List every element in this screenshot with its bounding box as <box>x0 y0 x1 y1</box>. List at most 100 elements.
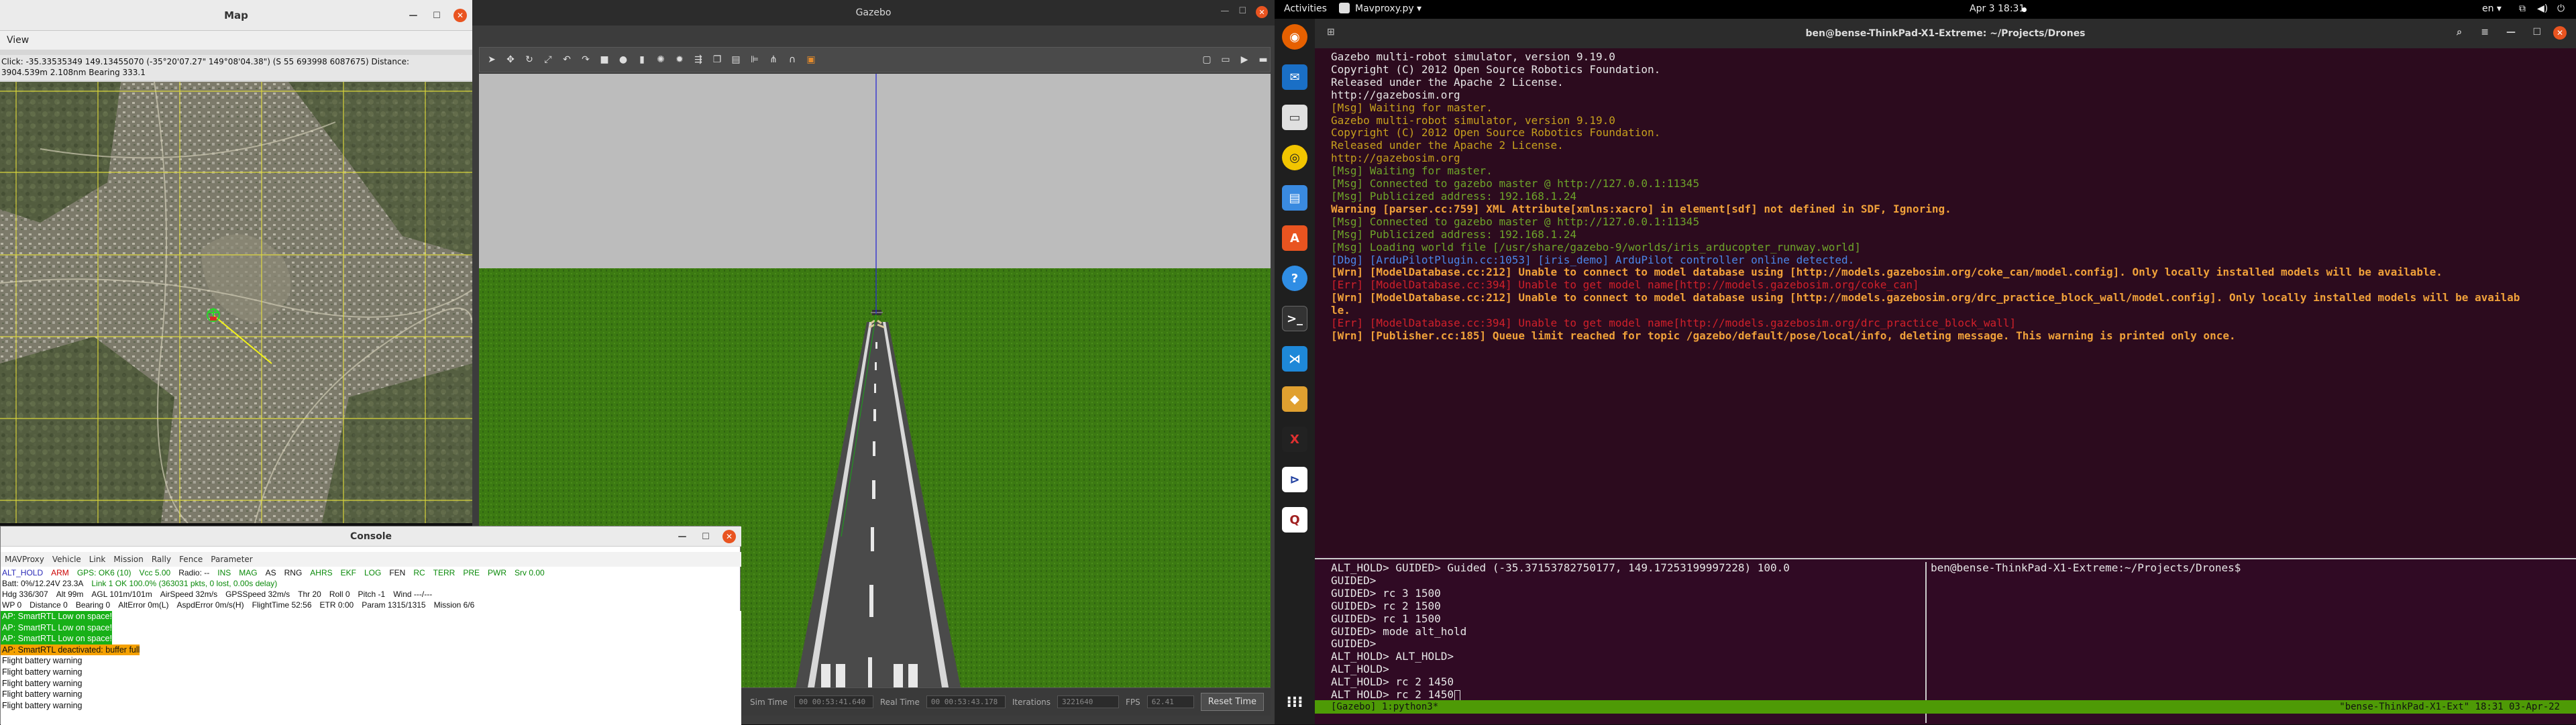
status-flag: PWR <box>488 568 507 577</box>
terminal-titlebar[interactable]: ⊞ ben@bense-ThinkPad-X1-Extreme: ~/Proje… <box>1315 19 2576 48</box>
terminal-line: GUIDED> <box>1331 637 1377 651</box>
minimize-icon[interactable]: — <box>2506 27 2516 38</box>
select-mode-icon[interactable]: ▣ <box>804 53 818 66</box>
undo-icon[interactable]: ↶ <box>560 53 574 66</box>
terminal-line: [Err] [ModelDatabase.cc:394] Unable to g… <box>1331 317 2017 330</box>
gazebo-toolbar: ➤ ✥ ↻ ⤢ ↶ ↷ ■ ● ▮ ✺ ✹ ⇶ ❐ ▤ ⊫ ⋔ ∩ ▣ ▢ ▭ … <box>479 47 1271 72</box>
app-menu[interactable]: Mavproxy.py ▾ <box>1355 3 1421 14</box>
terminal-line: [Msg] Publicized address: 192.168.1.24 <box>1331 227 1577 241</box>
terminal-line: Released under the Apache 2 License. <box>1331 75 1564 89</box>
magnet-icon[interactable]: ∩ <box>786 53 799 66</box>
help-icon[interactable]: ? <box>1282 266 1307 291</box>
language-selector[interactable]: en ▾ <box>2482 3 2502 14</box>
new-tab-icon[interactable]: ⊞ <box>1327 27 1335 38</box>
map-titlebar[interactable]: Map — ☐ ✕ <box>0 0 472 31</box>
menu-view[interactable]: View <box>7 35 29 46</box>
notification-dot-icon <box>2022 7 2027 12</box>
maximize-icon[interactable]: ☐ <box>430 9 443 22</box>
paste-icon[interactable]: ▤ <box>729 53 743 66</box>
menu-link[interactable]: Link <box>89 555 106 564</box>
map-menubar: View <box>0 31 472 50</box>
box-icon[interactable]: ■ <box>598 53 611 66</box>
reset-time-button[interactable]: Reset Time <box>1200 693 1265 711</box>
iterations-value: 3221640 <box>1057 695 1119 708</box>
align-icon[interactable]: ⊫ <box>748 53 761 66</box>
activities-button[interactable]: Activities <box>1284 3 1327 14</box>
translate-icon[interactable]: ✥ <box>504 53 517 66</box>
cylinder-icon[interactable]: ▮ <box>635 53 649 66</box>
maximize-icon[interactable]: ☐ <box>2532 27 2541 38</box>
terminal-line: [Msg] Waiting for master. <box>1331 164 1493 178</box>
menu-mission[interactable]: Mission <box>113 555 143 564</box>
minimize-icon[interactable]: — <box>676 530 689 543</box>
gazebo-icon[interactable]: ◆ <box>1282 386 1307 412</box>
files-icon[interactable]: ▭ <box>1282 105 1307 130</box>
menu-fence[interactable]: Fence <box>179 555 203 564</box>
terminal-line: http://gazebosim.org <box>1331 88 1460 101</box>
status-field: Thr 20 <box>298 590 321 599</box>
terminal-line: GUIDED> <box>1331 573 1377 587</box>
log-icon[interactable]: ▭ <box>1219 53 1232 66</box>
close-icon[interactable]: ✕ <box>2553 26 2567 40</box>
xquartz-icon[interactable]: X <box>1282 427 1307 452</box>
cursor <box>1454 689 1461 701</box>
scale-icon[interactable]: ⤢ <box>541 53 555 66</box>
satellite-map[interactable] <box>0 82 472 523</box>
spot-light-icon[interactable]: ✹ <box>673 53 686 66</box>
snap-icon[interactable]: ⋔ <box>767 53 780 66</box>
power-icon[interactable]: ⏻ <box>2557 3 2565 14</box>
plot-icon[interactable]: ▬ <box>1256 53 1270 66</box>
status-field: FlightTime 52:56 <box>252 600 312 610</box>
menu-vehicle[interactable]: Vehicle <box>52 555 81 564</box>
volume-icon[interactable]: ◀) <box>2537 3 2548 14</box>
libreoffice-writer-icon[interactable]: ▤ <box>1282 185 1307 211</box>
hamburger-menu-icon[interactable]: ≡ <box>2481 27 2489 38</box>
mavproxy-pane[interactable]: ALT_HOLD> GUIDED> Guided (-35.3715378275… <box>1331 562 1921 723</box>
status-field: AGL 101m/101m <box>91 590 152 599</box>
clock[interactable]: Apr 3 18:31 <box>1970 3 2025 14</box>
menu-rally[interactable]: Rally <box>152 555 171 564</box>
software-center-icon[interactable]: A <box>1282 225 1307 251</box>
terminal-icon[interactable]: >_ <box>1282 306 1307 331</box>
status-flag: Srv 0.00 <box>515 568 545 577</box>
close-icon[interactable]: ✕ <box>1256 6 1268 18</box>
directional-light-icon[interactable]: ⇶ <box>692 53 705 66</box>
status-field: ETR 0:00 <box>319 600 354 610</box>
screenshot-icon[interactable]: ▢ <box>1200 53 1214 66</box>
close-icon[interactable]: ✕ <box>453 9 467 22</box>
copy-icon[interactable]: ❐ <box>710 53 724 66</box>
record-icon[interactable]: ▶ <box>1238 53 1251 66</box>
gazebo-titlebar[interactable]: Gazebo — ☐ ✕ <box>472 0 1275 25</box>
show-apps-icon[interactable]: ⁝⁝⁝ <box>1282 689 1307 715</box>
shell-pane[interactable]: ben@bense-ThinkPad-X1-Extreme:~/Projects… <box>1925 562 2576 723</box>
status-flag: GPS: OK6 (10) <box>76 568 131 577</box>
vscode-icon[interactable]: ⋊ <box>1282 346 1307 372</box>
mavproxy-icon[interactable]: ⊳ <box>1282 467 1307 492</box>
gazebo-log-pane[interactable]: Gazebo multi-robot simulator, version 9.… <box>1315 48 2576 555</box>
status-flag: ALT_HOLD <box>2 568 44 577</box>
close-icon[interactable]: ✕ <box>722 530 736 543</box>
menu-parameter[interactable]: Parameter <box>211 555 252 564</box>
qgroundcontrol-icon[interactable]: Q <box>1282 507 1307 533</box>
status-flag: PRE <box>463 568 480 577</box>
point-light-icon[interactable]: ✺ <box>654 53 667 66</box>
thunderbird-icon[interactable]: ✉ <box>1282 64 1307 90</box>
status-flag: RNG <box>284 568 303 577</box>
redo-icon[interactable]: ↷ <box>579 53 592 66</box>
maximize-icon[interactable]: ☐ <box>699 530 712 543</box>
sphere-icon[interactable]: ● <box>616 53 630 66</box>
rotate-icon[interactable]: ↻ <box>523 53 536 66</box>
terminal-line: GUIDED> rc 3 1500 <box>1331 586 1441 600</box>
network-icon[interactable]: ⧉ <box>2519 3 2526 14</box>
console-titlebar[interactable]: Console — ☐ ✕ <box>1 526 741 547</box>
menu-mavproxy[interactable]: MAVProxy <box>5 555 44 564</box>
rhythmbox-icon[interactable]: ◎ <box>1282 145 1307 170</box>
maximize-icon[interactable]: ☐ <box>1238 6 1246 18</box>
select-arrow-icon[interactable]: ➤ <box>485 53 498 66</box>
status-field: Alt 99m <box>56 590 84 599</box>
console-message-log: AP: SmartRTL Low on space! AP: SmartRTL L… <box>1 611 741 725</box>
minimize-icon[interactable]: — <box>407 9 420 22</box>
search-icon[interactable]: ⌕ <box>2457 27 2462 38</box>
firefox-icon[interactable]: ◉ <box>1282 24 1307 50</box>
minimize-icon[interactable]: — <box>1220 6 1229 18</box>
